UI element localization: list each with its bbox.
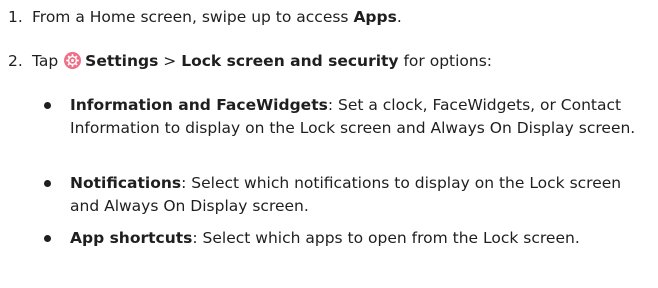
bullet-text: Notifications: Select which notification… [70,172,644,217]
lock-screen-security-label: Lock screen and security [181,52,399,70]
bullet-title: Notifications [70,174,182,192]
step-text: From a Home screen, swipe up to access [32,8,354,26]
step-number: 1. [8,8,23,26]
settings-label: Settings [85,52,159,70]
step-number: 2. [8,52,23,70]
step-text-end: for options: [398,52,493,70]
bullet-information-facewidgets: Information and FaceWidgets: Set a clock… [44,94,644,139]
breadcrumb-separator: > [158,52,182,70]
apps-label: Apps [353,8,397,26]
bullet-text: App shortcuts: Select which apps to open… [70,227,644,250]
step-2: 2. Tap Settings > Lock screen and securit… [8,50,492,72]
bullet-text: Information and FaceWidgets: Set a clock… [70,94,644,139]
bullet-title: Information and FaceWidgets [70,96,328,114]
settings-gear-icon [64,52,82,69]
bullet-app-shortcuts: App shortcuts: Select which apps to open… [44,227,644,250]
step-text: Tap [32,52,64,70]
instruction-document: 1. From a Home screen, swipe up to access… [0,0,658,288]
bullet-dot [44,235,51,242]
step-1: 1. From a Home screen, swipe up to access… [8,6,402,28]
step-text-end: . [396,8,402,26]
bullet-description: : Select which apps to open from the Loc… [192,229,580,247]
bullet-dot [44,180,51,187]
bullet-dot [44,102,51,109]
bullet-notifications: Notifications: Select which notification… [44,172,644,217]
bullet-title: App shortcuts [70,229,193,247]
